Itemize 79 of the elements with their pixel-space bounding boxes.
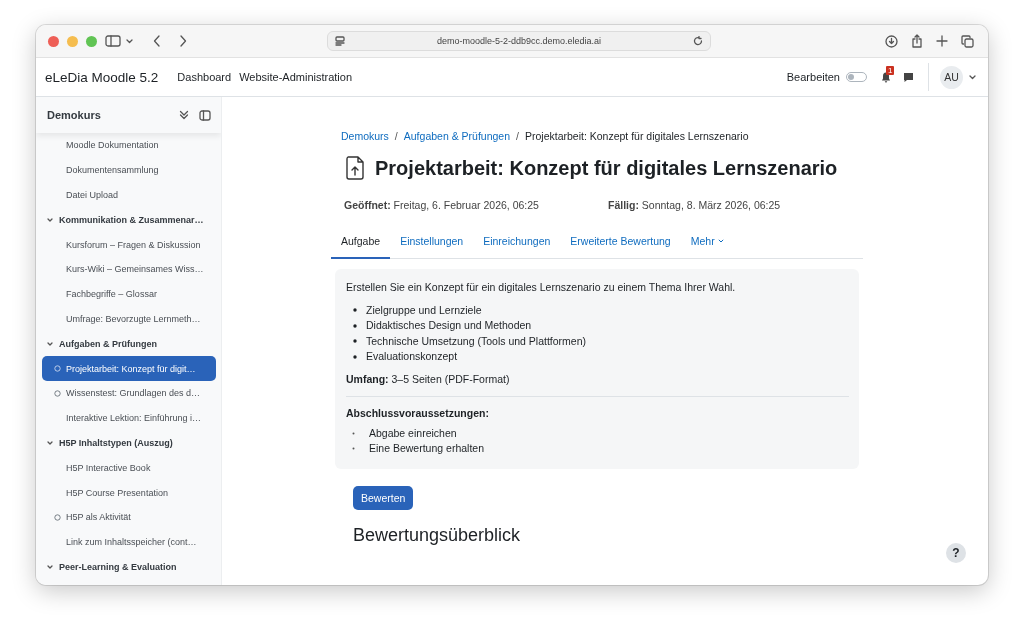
date-info: Fällig: Sonntag, 8. März 2026, 06:25 <box>608 199 781 211</box>
back-icon[interactable] <box>153 35 161 47</box>
plus-icon[interactable] <box>936 35 948 47</box>
completion-title: Abschlussvoraussetzungen: <box>346 406 490 421</box>
course-activity[interactable]: Kurs-Wiki – Gemeinsames Wiss… <box>42 257 216 282</box>
course-activity[interactable]: H5P Interactive Book <box>42 455 216 481</box>
edit-mode-label: Bearbeiten <box>786 71 840 83</box>
chevron-down-icon[interactable] <box>47 340 53 347</box>
breadcrumb-separator: / <box>394 130 398 142</box>
course-section[interactable]: Peer-Learning & Evaluation <box>36 554 221 580</box>
nav-link[interactable]: Website-Administration <box>239 71 353 83</box>
course-activity[interactable]: Wissenstest: Grundlagen des d… <box>42 380 216 406</box>
course-activity[interactable]: Fachbegriffe – Glossar <box>42 281 216 307</box>
caret-down-icon <box>717 239 724 243</box>
list-item: Zielgruppe und Lernziele <box>366 302 482 318</box>
tab[interactable]: Erweiterte Bewertung <box>560 226 681 259</box>
file-upload-icon <box>345 156 365 180</box>
bullet-icon <box>352 431 355 435</box>
tab[interactable]: Mehr <box>680 226 734 259</box>
scope-text: Umfang: 3–5 Seiten (PDF-Format) <box>346 371 511 387</box>
course-activity[interactable]: Moodle Dokumentation <box>42 133 216 158</box>
tab[interactable]: Einreichungen <box>473 226 561 259</box>
list-item: Evaluationskonzept <box>366 349 458 364</box>
bullet-icon <box>353 354 357 359</box>
user-avatar[interactable]: AU <box>940 65 963 89</box>
window-control[interactable] <box>48 35 59 47</box>
bullet-icon <box>353 323 357 328</box>
sidebar-icon[interactable] <box>105 35 121 47</box>
list-item: Didaktisches Design und Methoden <box>366 318 532 333</box>
tabs-icon[interactable] <box>961 34 974 48</box>
page-title: Projektarbeit: Konzept für digitales Lernszenario <box>375 156 838 180</box>
grade-button[interactable]: Bewerten <box>353 485 414 510</box>
share-icon[interactable] <box>911 34 923 48</box>
site-name[interactable]: eLeDia Moodle 5.2 <box>45 69 159 85</box>
address-bar[interactable]: demo-moodle-5-2-ddb9cc.demo.eledia.ai <box>327 31 711 51</box>
chevron-down-icon[interactable] <box>47 216 53 223</box>
download-icon[interactable] <box>885 34 898 48</box>
tab[interactable]: Aufgabe <box>331 226 391 259</box>
chevron-down-icon[interactable] <box>126 38 133 44</box>
help-button[interactable]: ? <box>946 543 966 563</box>
list-item: Technische Umsetzung (Tools und Plattformen) <box>366 333 587 349</box>
course-activity[interactable]: Link zum Inhaltsspeicher (cont… <box>42 529 216 555</box>
course-index-title: Demokurs <box>47 109 102 121</box>
course-section[interactable]: Aufgaben & Prüfungen <box>36 331 221 357</box>
page-icon <box>335 36 345 46</box>
bullet-icon <box>352 447 355 451</box>
reload-icon[interactable] <box>693 36 703 46</box>
sidebar-close-icon[interactable] <box>199 109 211 121</box>
chevron-down-icon[interactable] <box>969 74 976 80</box>
bullet-icon <box>353 339 357 344</box>
bullet-icon <box>353 308 357 313</box>
breadcrumb-link[interactable]: Demokurs <box>341 130 389 142</box>
tab[interactable]: Einstellungen <box>390 226 474 259</box>
course-activity[interactable]: H5P Course Presentation <box>42 480 216 505</box>
completion-requirement: Abgabe einreichen <box>369 425 457 441</box>
course-activity[interactable]: Dokumentensammlung <box>42 157 216 183</box>
course-activity[interactable]: Projektarbeit: Konzept für digit… <box>42 356 216 381</box>
course-activity[interactable]: Kursforum – Fragen & Diskussion <box>42 232 216 257</box>
chat-icon[interactable] <box>903 71 914 83</box>
description-text: Erstellen Sie ein Konzept für ein digitales Lernszenario zu einem Thema Ihrer Wahl. <box>346 280 737 295</box>
collapse-all-icon[interactable] <box>179 110 189 120</box>
course-activity[interactable]: Interaktive Lektion: Einführung i… <box>42 405 216 431</box>
breadcrumb-current: Projektarbeit: Konzept für digitales Lernszenario <box>524 130 749 142</box>
course-activity[interactable]: H5P als Aktivität <box>42 504 216 530</box>
course-section[interactable]: Kommunikation & Zusammenar… <box>36 207 221 233</box>
notification-count: 1 <box>886 65 895 75</box>
nav-link[interactable]: Dashboard <box>177 71 232 83</box>
completion-requirement: Eine Bewertung erhalten <box>369 441 484 456</box>
course-activity[interactable]: Umfrage: Bevorzugte Lernmeth… <box>42 306 216 332</box>
forward-icon[interactable] <box>179 35 187 47</box>
chevron-down-icon[interactable] <box>47 563 53 570</box>
breadcrumb-link[interactable]: Aufgaben & Prüfungen <box>403 130 511 142</box>
breadcrumb-separator: / <box>516 130 519 142</box>
chevron-down-icon[interactable] <box>47 439 53 446</box>
course-section[interactable]: H5P Inhaltstypen (Auszug) <box>36 430 221 456</box>
course-activity[interactable]: Datei Upload <box>42 182 216 208</box>
bell-icon[interactable] <box>881 71 891 83</box>
section-heading: Bewertungsüberblick <box>353 524 522 546</box>
date-info: Geöffnet: Freitag, 6. Februar 2026, 06:25 <box>344 199 540 211</box>
